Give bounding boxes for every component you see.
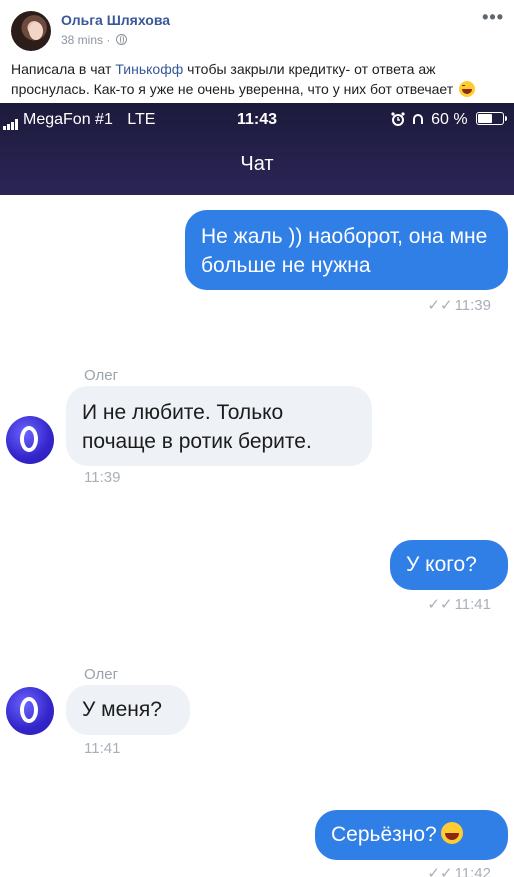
message-text: Не жаль )) наоборот, она мне больше не н… xyxy=(201,225,488,277)
post-meta: 38 mins · xyxy=(61,33,127,47)
message-bubble-incoming[interactable]: И не любите. Только почаще в ротик берит… xyxy=(66,386,372,466)
post-text: Написала в чат Тинькофф чтобы закрыли кр… xyxy=(11,59,503,99)
battery-percent: 60 % xyxy=(431,111,468,128)
meta-separator: · xyxy=(106,33,111,47)
message-text: И не любите. Только почаще в ротик берит… xyxy=(82,401,312,453)
chat-screenshot: MegaFon #1 LTE 11:43 60 % Чат Не жаль ))… xyxy=(0,103,514,877)
message-bubble-outgoing[interactable]: Не жаль )) наоборот, она мне больше не н… xyxy=(185,210,508,290)
status-bar: MegaFon #1 LTE 11:43 60 % Чат xyxy=(0,103,514,195)
message-time: 11:41 xyxy=(84,740,121,757)
message-text: У кого? xyxy=(406,553,477,576)
globe-icon[interactable] xyxy=(115,34,127,45)
message-text: Серьёзно? xyxy=(331,823,437,846)
tinkoff-link[interactable]: Тинькофф xyxy=(115,61,183,77)
bot-avatar[interactable] xyxy=(6,687,54,735)
message-time: 11:39 xyxy=(84,469,121,486)
message-bubble-incoming[interactable]: У меня? xyxy=(66,685,190,735)
post-author-name[interactable]: Ольга Шляхова xyxy=(61,12,170,28)
message-time: ✓✓ 11:42 xyxy=(427,864,491,877)
message-time: ✓✓ 11:41 xyxy=(427,595,491,613)
laughing-emoji-icon xyxy=(459,81,476,97)
double-check-icon: ✓✓ xyxy=(427,297,453,314)
battery-fill xyxy=(478,114,493,123)
post-text-start: Написала в чат xyxy=(11,61,116,77)
double-check-icon: ✓✓ xyxy=(427,596,453,613)
message-text: У меня? xyxy=(82,698,162,721)
sender-name: Олег xyxy=(84,367,119,384)
alarm-icon xyxy=(391,112,405,131)
bot-avatar-logo xyxy=(20,697,38,723)
author-avatar-face xyxy=(29,22,43,40)
message-time-text: 11:39 xyxy=(454,297,491,314)
double-check-icon: ✓✓ xyxy=(427,865,453,877)
more-options-button[interactable]: ••• xyxy=(482,8,504,26)
chat-title: Чат xyxy=(240,153,274,175)
bot-avatar[interactable] xyxy=(6,416,54,464)
message-bubble-outgoing[interactable]: Серьёзно? xyxy=(315,810,508,860)
laughing-emoji-icon xyxy=(440,822,463,844)
post-time[interactable]: 38 mins xyxy=(61,33,103,47)
message-bubble-outgoing[interactable]: У кого? xyxy=(390,540,508,590)
author-avatar[interactable] xyxy=(11,11,51,51)
sender-name: Олег xyxy=(84,666,119,683)
rotation-lock-icon xyxy=(411,112,425,131)
message-time-text: 11:41 xyxy=(454,596,491,613)
message-time-text: 11:42 xyxy=(454,865,491,877)
battery-icon xyxy=(476,112,507,125)
post-header: Ольга Шляхова 38 mins · ••• Написала в ч… xyxy=(0,0,514,110)
message-time: ✓✓ 11:39 xyxy=(427,296,491,314)
status-right: 60 % xyxy=(391,111,507,131)
bot-avatar-logo xyxy=(20,426,38,452)
